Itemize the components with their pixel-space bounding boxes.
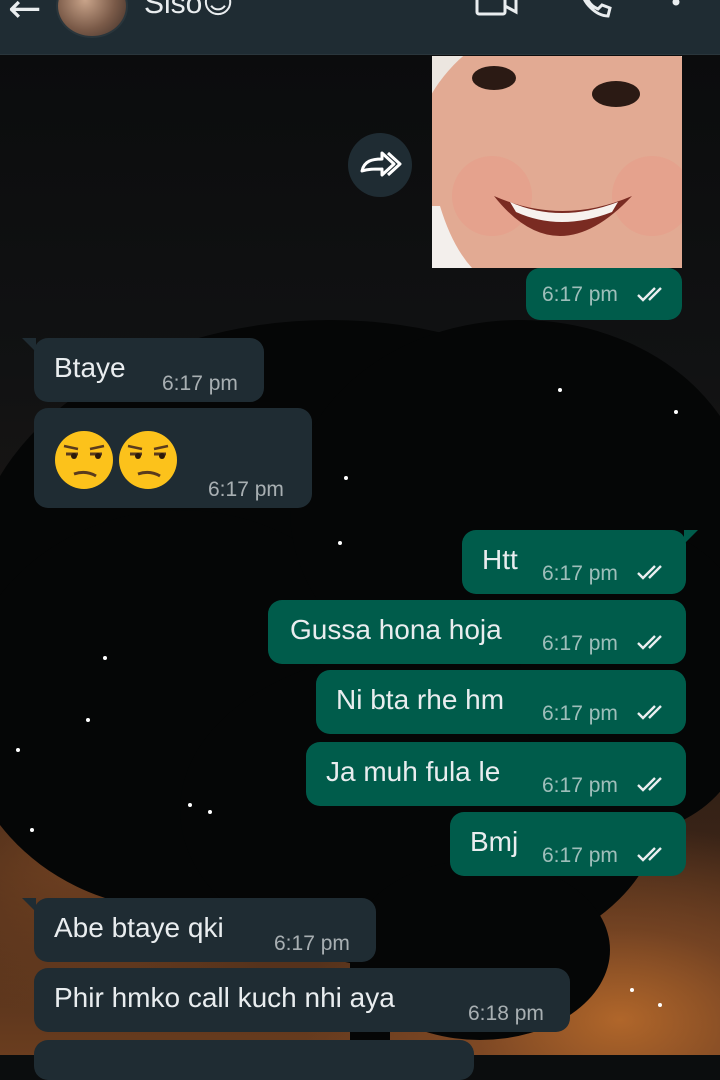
read-ticks-icon bbox=[637, 847, 662, 862]
message-time: 6:17 pm bbox=[542, 632, 618, 655]
outgoing-message[interactable]: Bmj 6:17 pm bbox=[450, 812, 686, 876]
message-time: 6:17 pm bbox=[274, 932, 350, 955]
message-text: Ja muh fula le bbox=[326, 756, 501, 787]
incoming-message[interactable]: Phir hmko call kuch nhi aya 6:18 pm bbox=[34, 968, 570, 1032]
outgoing-message[interactable]: Ja muh fula le 6:17 pm bbox=[306, 742, 686, 806]
message-time: 6:17 pm bbox=[162, 372, 238, 395]
message-text: Bmj bbox=[470, 826, 519, 857]
unamused-face-emoji-icon bbox=[55, 431, 113, 489]
image-message-meta: 6:17 pm bbox=[526, 268, 682, 320]
contact-name[interactable]: Siso😊 bbox=[144, 0, 234, 21]
baby-photo bbox=[432, 56, 682, 268]
message-time: 6:17 pm bbox=[542, 283, 618, 306]
outgoing-message[interactable]: Ni bta rhe hm 6:17 pm bbox=[316, 670, 686, 734]
bubble-tail bbox=[684, 530, 698, 544]
message-text: Gussa hona hoja bbox=[290, 614, 502, 645]
unamused-face-emoji-icon bbox=[119, 431, 177, 489]
message-time: 6:17 pm bbox=[208, 478, 284, 501]
outgoing-message[interactable]: Htt 6:17 pm bbox=[462, 530, 686, 594]
more-vertical-icon[interactable] bbox=[668, 0, 684, 18]
message-text: Btaye bbox=[54, 352, 126, 383]
read-ticks-icon bbox=[637, 777, 662, 792]
message-text: Ni bta rhe hm bbox=[336, 684, 505, 715]
outgoing-message[interactable]: Gussa hona hoja 6:17 pm bbox=[268, 600, 686, 664]
message-time: 6:18 pm bbox=[468, 1002, 544, 1025]
message-time: 6:17 pm bbox=[542, 774, 618, 797]
message-time: 6:17 pm bbox=[542, 562, 618, 585]
read-ticks-icon bbox=[637, 705, 662, 720]
phone-call-icon[interactable] bbox=[578, 0, 614, 20]
video-call-icon[interactable] bbox=[474, 0, 520, 18]
incoming-message[interactable] bbox=[34, 1040, 474, 1080]
read-ticks-icon bbox=[637, 635, 662, 650]
message-time: 6:17 pm bbox=[542, 844, 618, 867]
read-ticks-icon bbox=[637, 565, 662, 580]
image-message[interactable] bbox=[432, 56, 682, 268]
forward-button[interactable] bbox=[348, 133, 412, 197]
message-text: Htt bbox=[482, 544, 518, 575]
forward-icon bbox=[360, 151, 402, 177]
chat-header: ← Siso😊 bbox=[0, 0, 720, 55]
incoming-message[interactable]: 6:17 pm bbox=[34, 408, 312, 508]
avatar[interactable] bbox=[56, 0, 128, 38]
incoming-message[interactable]: Btaye 6:17 pm bbox=[34, 338, 264, 402]
read-ticks-icon bbox=[637, 287, 662, 302]
message-text: Phir hmko call kuch nhi aya bbox=[54, 982, 395, 1013]
message-time: 6:17 pm bbox=[542, 702, 618, 725]
incoming-message[interactable]: Abe btaye qki 6:17 pm bbox=[34, 898, 376, 962]
message-text: Abe btaye qki bbox=[54, 912, 224, 943]
arrow-left-icon[interactable]: ← bbox=[8, 0, 42, 32]
